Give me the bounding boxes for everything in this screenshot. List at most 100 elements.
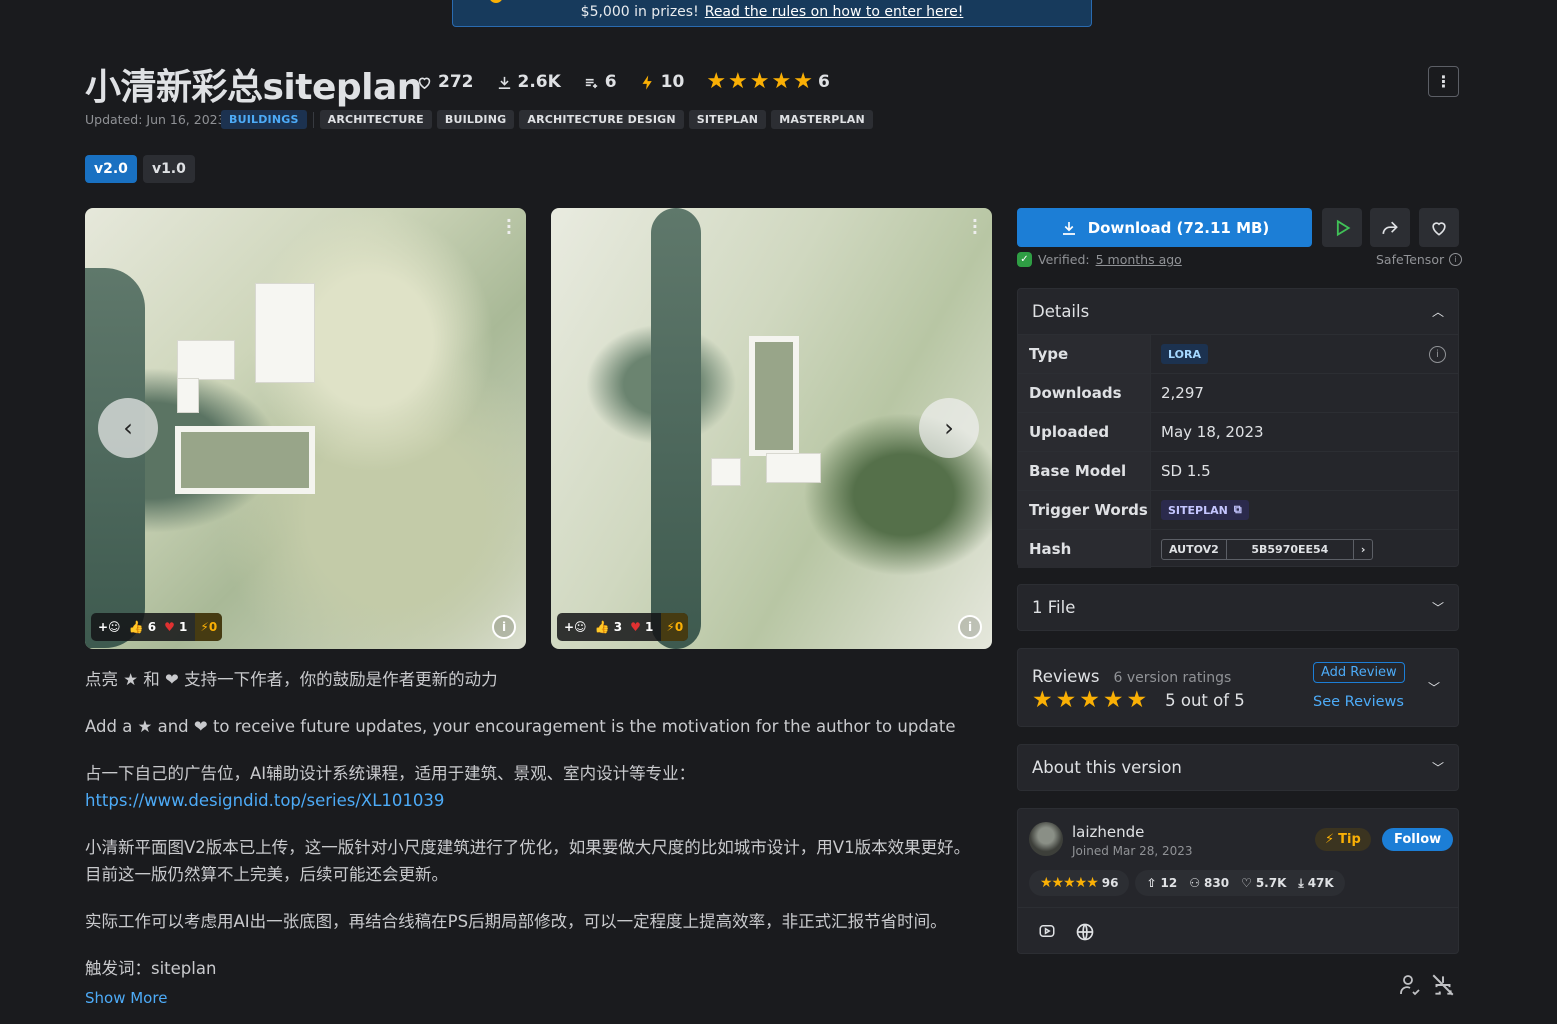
like-button[interactable] (1419, 208, 1459, 247)
divider (312, 111, 314, 128)
show-more-link[interactable]: Show More (85, 989, 167, 1007)
buzz-reaction[interactable]: ⚡ 0 (195, 613, 223, 641)
globe-icon[interactable] (1075, 922, 1095, 946)
chevron-right-icon: › (944, 414, 954, 442)
tag-chip[interactable]: BUILDINGS (221, 110, 307, 129)
hash-value[interactable]: 5B5970EE54 (1227, 539, 1354, 559)
share-button[interactable] (1370, 208, 1410, 247)
heart-icon: ♥ (630, 620, 641, 634)
heart-icon: ♥ (164, 620, 175, 634)
add-reaction-icon[interactable]: +☺ (564, 620, 587, 634)
chevron-down-icon[interactable]: ﹀ (1428, 679, 1440, 696)
verified-time[interactable]: 5 months ago (1096, 252, 1182, 267)
creator-name[interactable]: laizhende (1072, 823, 1144, 841)
building-shape (255, 283, 315, 383)
detail-key: Downloads (1018, 374, 1151, 412)
banner-link[interactable]: Read the rules on how to enter here! (705, 4, 964, 20)
dots-vertical-icon[interactable]: · · · (506, 213, 512, 241)
heart-reaction[interactable]: ♥ 1 (630, 620, 653, 634)
buzz-reaction[interactable]: ⚡ 0 (661, 613, 689, 641)
user-check-icon[interactable] (1398, 972, 1422, 1002)
building-shape (175, 426, 315, 494)
see-reviews-link[interactable]: See Reviews (1313, 694, 1404, 710)
info-icon[interactable]: i (1449, 253, 1463, 266)
play-icon (1336, 219, 1351, 236)
tip-label: Tip (1338, 832, 1361, 847)
tag-chip[interactable]: ARCHITECTURE (319, 110, 432, 129)
buzz-count: 10 (660, 72, 685, 92)
prev-image-button[interactable]: ‹ (98, 398, 158, 458)
tag-chip[interactable]: BUILDING (436, 110, 515, 129)
info-icon[interactable]: i (492, 615, 516, 639)
rating-stat[interactable]: ★ ★ ★ ★ ★ 6 (698, 66, 838, 98)
downloads-count: 47K (1307, 876, 1334, 890)
likes-count: 272 (438, 72, 474, 92)
reviews-score: 5 out of 5 (1165, 690, 1245, 710)
safetensor-label: SafeTensor i (1376, 252, 1463, 267)
details-panel: Details ︿ Type LORA i Downloads 2,297 Up… (1017, 288, 1459, 568)
gallery-image-1[interactable]: · · · ‹ +☺ 👍 6 ♥ 1 ⚡ 0 i (85, 208, 526, 649)
reviews-title: Reviews (1032, 667, 1100, 686)
tag-chip[interactable]: SITEPLAN (688, 110, 767, 129)
detail-row-trigger: Trigger Words SITEPLAN ⧉ (1018, 490, 1458, 529)
dots-vertical-icon[interactable]: · · · (972, 213, 978, 241)
course-link[interactable]: https://www.designdid.top/series/XL10103… (85, 791, 444, 810)
gallery-image-2[interactable]: · · · › +☺ 👍 3 ♥ 1 ⚡ 0 i (551, 208, 992, 649)
creator-joined: Joined Mar 28, 2023 (1072, 844, 1193, 858)
star-icon: ★ (1126, 687, 1148, 713)
verified-label: Verified: (1038, 252, 1090, 267)
tag-chip[interactable]: ARCHITECTURE DESIGN (519, 110, 684, 129)
avatar[interactable] (1029, 822, 1063, 856)
download-button[interactable]: Download (72.11 MB) (1017, 208, 1312, 247)
model-description: 点亮 ★ 和 ❤ 支持一下作者，你的鼓励是作者更新的动力 Add a ★ and… (85, 666, 975, 982)
tag-list: BUILDINGS ARCHITECTURE BUILDING ARCHITEC… (221, 110, 873, 129)
chevron-right-icon[interactable]: › (1354, 540, 1373, 559)
add-review-button[interactable]: Add Review (1313, 662, 1405, 683)
creator-counts: ⇧ 12 ⚇ 830 ♡ 5.7K ⤓ 47K (1135, 870, 1345, 896)
reviews-count: 6 version ratings (1113, 670, 1232, 686)
hash-type[interactable]: AUTOV2 (1162, 539, 1227, 559)
tag-chip[interactable]: MASTERPLAN (771, 110, 873, 129)
desc-paragraph: 小清新平面图V2版本已上传，这一版针对小尺度建筑进行了优化，如果要做大尺度的比如… (85, 838, 971, 884)
next-image-button[interactable]: › (919, 398, 979, 458)
heart-icon: ♡ (1241, 876, 1252, 890)
thumbs-up-reaction[interactable]: 👍 3 (595, 620, 622, 634)
collections-stat[interactable]: 6 (575, 66, 625, 98)
more-menu-button[interactable]: ⋮ (1428, 66, 1459, 97)
follow-button[interactable]: Follow (1382, 828, 1454, 851)
info-icon[interactable]: i (958, 615, 982, 639)
thumbs-up-reaction[interactable]: 👍 6 (129, 620, 156, 634)
trigger-word-badge[interactable]: SITEPLAN ⧉ (1161, 500, 1249, 520)
version-tabs: v2.0 v1.0 (85, 155, 195, 183)
download-icon: ⤓ (1298, 875, 1304, 890)
version-tab-v1[interactable]: v1.0 (142, 155, 195, 183)
detail-row-type: Type LORA i (1018, 334, 1458, 373)
run-button[interactable] (1322, 208, 1362, 247)
tip-button[interactable]: ⚡ Tip (1315, 828, 1371, 851)
playlist-icon (585, 78, 597, 88)
detail-value: SD 1.5 (1161, 462, 1211, 480)
building-shape (766, 453, 821, 483)
detail-value: 2,297 (1161, 384, 1204, 402)
heart-icon (1432, 221, 1446, 236)
buzz-stat[interactable]: 10 (631, 66, 693, 98)
banner-text: $5,000 in prizes! (580, 4, 699, 20)
details-header[interactable]: Details ︿ (1018, 289, 1458, 334)
bolt-icon: ⚡ (1325, 832, 1335, 847)
about-title: About this version (1032, 758, 1182, 777)
files-title: 1 File (1032, 598, 1076, 617)
rating-stars: ★ ★ ★ ★ ★ (706, 71, 813, 93)
youtube-icon[interactable] (1037, 922, 1057, 944)
star-icon: ★ (793, 69, 813, 94)
star-icon: ★ (706, 69, 727, 94)
heart-reaction[interactable]: ♥ 1 (164, 620, 187, 634)
about-version-accordion[interactable]: About this version ﹀ (1017, 744, 1459, 791)
hash-box[interactable]: AUTOV2 5B5970EE54 › (1161, 538, 1374, 560)
files-accordion[interactable]: 1 File ﹀ (1017, 584, 1459, 631)
info-icon[interactable]: i (1429, 345, 1446, 363)
sitemap-off-icon[interactable] (1430, 972, 1456, 1002)
version-tab-v2[interactable]: v2.0 (85, 155, 137, 183)
copy-icon: ⧉ (1233, 503, 1242, 516)
likes-stat[interactable]: 272 (408, 66, 482, 98)
add-reaction-icon[interactable]: +☺ (98, 620, 121, 634)
